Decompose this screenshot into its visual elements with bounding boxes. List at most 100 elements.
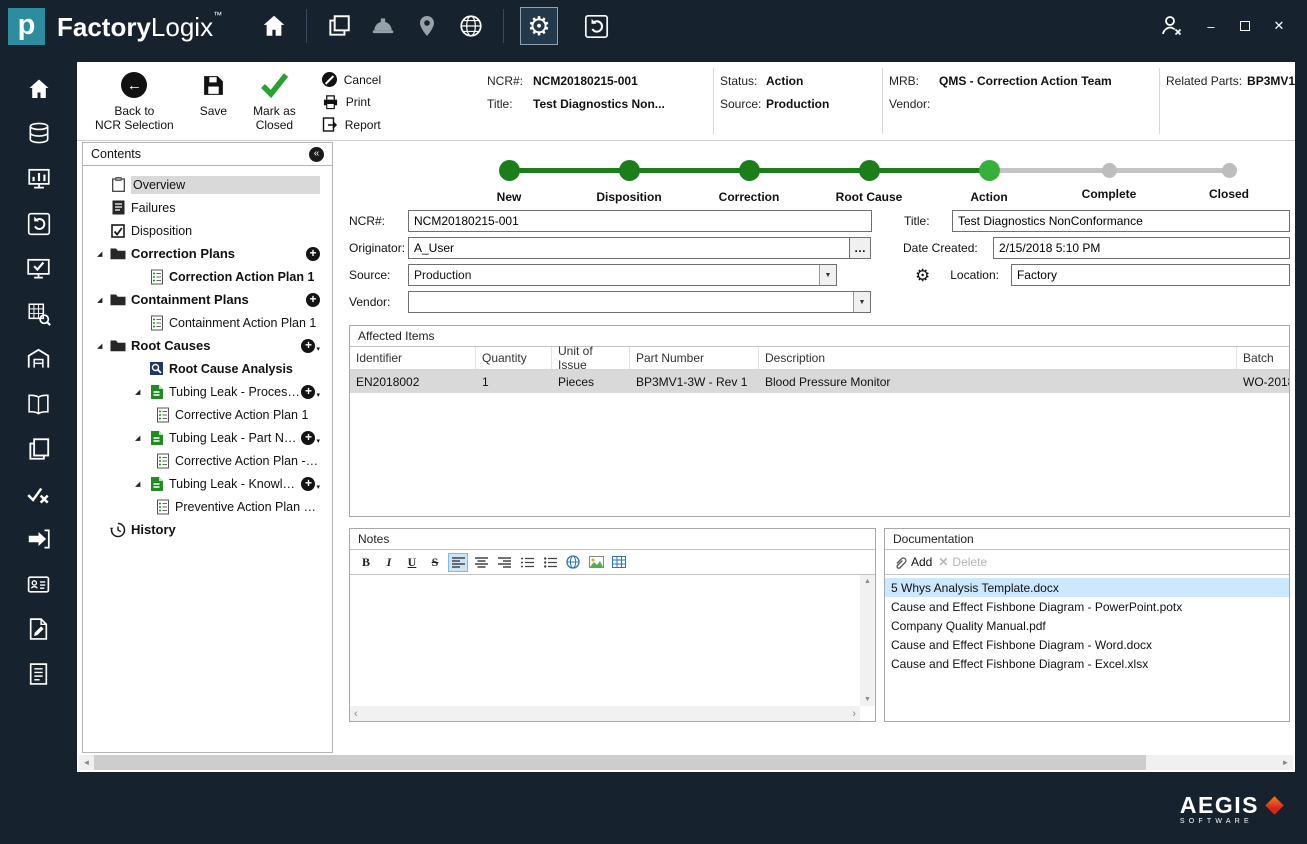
align-left-button[interactable] bbox=[448, 552, 468, 572]
add-document-button[interactable]: Add bbox=[893, 555, 932, 570]
report-button[interactable]: Report bbox=[322, 117, 381, 133]
file-item[interactable]: Cause and Effect Fishbone Diagram - Powe… bbox=[885, 597, 1289, 616]
nav-history-icon[interactable] bbox=[0, 210, 77, 238]
affected-item-row[interactable]: EN2018002 1 Pieces BP3MV1-3W - Rev 1 Blo… bbox=[350, 370, 1289, 393]
file-item[interactable]: Company Quality Manual.pdf bbox=[885, 616, 1289, 635]
nav-database-icon[interactable] bbox=[0, 120, 77, 148]
nav-document-notes-icon[interactable] bbox=[0, 660, 77, 688]
notes-horizontal-scrollbar[interactable]: ‹ › bbox=[350, 706, 860, 721]
close-button[interactable]: ✕ bbox=[1271, 18, 1287, 34]
undo-history-icon[interactable] bbox=[574, 13, 618, 40]
collapse-contents-icon[interactable]: « bbox=[309, 146, 324, 162]
tree-item-root-cause-analysis[interactable]: Root Cause Analysis bbox=[83, 357, 332, 380]
file-item[interactable]: 5 Whys Analysis Template.docx bbox=[885, 578, 1289, 597]
location-input[interactable] bbox=[1010, 264, 1290, 286]
expander-icon[interactable]: ◢ bbox=[96, 296, 109, 304]
nav-warehouse-icon[interactable] bbox=[0, 345, 77, 373]
maximize-button[interactable] bbox=[1237, 19, 1253, 34]
location-pin-icon[interactable] bbox=[405, 13, 449, 39]
italic-button[interactable]: I bbox=[379, 553, 399, 572]
tree-item-corrective-action-plan-1[interactable]: Corrective Action Plan 1 bbox=[83, 403, 332, 426]
page-horizontal-scrollbar[interactable]: ◄ ► bbox=[79, 755, 1293, 770]
tree-item-overview[interactable]: Overview bbox=[83, 173, 332, 196]
notes-vertical-scrollbar[interactable]: ▲ ▼ bbox=[860, 575, 875, 706]
tree-item-root-causes[interactable]: ◢ Root Causes + ▾ bbox=[83, 334, 332, 357]
column-header-identifier[interactable]: Identifier bbox=[350, 347, 476, 369]
expander-icon[interactable]: ◢ bbox=[134, 434, 147, 442]
align-center-button[interactable] bbox=[471, 553, 491, 572]
back-to-ncr-selection-button[interactable]: ← Back to NCR Selection bbox=[95, 70, 174, 132]
underline-button[interactable]: U bbox=[402, 553, 422, 572]
notes-editor[interactable] bbox=[350, 575, 860, 706]
bold-button[interactable]: B bbox=[356, 553, 376, 572]
nav-monitor-check-icon[interactable] bbox=[0, 255, 77, 283]
tree-item-preventive-action-plan-k[interactable]: Preventive Action Plan - K... bbox=[83, 495, 332, 518]
nav-production-chart-icon[interactable] bbox=[0, 165, 77, 193]
strikethrough-button[interactable]: S bbox=[425, 553, 445, 572]
numbered-list-button[interactable] bbox=[517, 553, 537, 572]
nav-id-card-icon[interactable] bbox=[0, 570, 77, 598]
home-icon[interactable] bbox=[252, 13, 296, 39]
originator-input[interactable] bbox=[408, 237, 850, 259]
scroll-left-icon[interactable]: ‹ bbox=[354, 708, 358, 720]
expander-icon[interactable]: ◢ bbox=[134, 388, 147, 396]
align-right-button[interactable] bbox=[494, 553, 514, 572]
combo-arrow-icon[interactable]: ▼ bbox=[853, 292, 870, 312]
insert-image-button[interactable] bbox=[586, 553, 606, 572]
nav-check-x-icon[interactable] bbox=[0, 480, 77, 508]
add-corrective-action-button[interactable]: + ▾ bbox=[301, 430, 320, 445]
scrollbar-thumb[interactable] bbox=[94, 755, 1146, 770]
column-header-part-number[interactable]: Part Number bbox=[630, 347, 759, 369]
hyperlink-globe-button[interactable] bbox=[563, 553, 583, 572]
date-created-input[interactable] bbox=[993, 237, 1290, 259]
file-item[interactable]: Cause and Effect Fishbone Diagram - Word… bbox=[885, 635, 1289, 654]
combo-arrow-icon[interactable]: ▼ bbox=[819, 265, 836, 285]
originator-browse-button[interactable]: … bbox=[850, 237, 871, 259]
source-settings-gear-icon[interactable]: ⚙ bbox=[915, 267, 930, 284]
add-root-cause-button[interactable]: + ▾ bbox=[301, 338, 320, 353]
nav-table-search-icon[interactable] bbox=[0, 300, 77, 328]
vendor-combobox[interactable]: ▼ bbox=[408, 291, 871, 313]
scroll-right-icon[interactable]: ► bbox=[1278, 758, 1293, 767]
minimize-button[interactable]: – bbox=[1203, 19, 1219, 34]
tree-item-disposition[interactable]: Disposition bbox=[83, 219, 332, 242]
tree-item-tubing-leak-process[interactable]: ◢ Tubing Leak - Process R... +▾ bbox=[83, 380, 332, 403]
nav-transfer-arrow-icon[interactable] bbox=[0, 525, 77, 553]
column-header-quantity[interactable]: Quantity bbox=[476, 347, 552, 369]
globe-icon[interactable] bbox=[449, 13, 493, 39]
tree-item-correction-plans[interactable]: ◢ Correction Plans + bbox=[83, 242, 332, 265]
add-correction-plan-button[interactable]: + bbox=[306, 246, 320, 261]
column-header-unit[interactable]: Unit of Issue bbox=[552, 344, 630, 372]
scroll-right-icon[interactable]: › bbox=[852, 708, 856, 720]
tree-item-tubing-leak-knowledge[interactable]: ◢ Tubing Leak - Knowledg... + ▾ bbox=[83, 472, 332, 495]
delete-document-button[interactable]: ✕ Delete bbox=[938, 555, 987, 569]
nav-document-edit-icon[interactable] bbox=[0, 615, 77, 643]
hardhat-icon[interactable] bbox=[361, 13, 405, 39]
tree-item-containment-plans[interactable]: ◢ Containment Plans + bbox=[83, 288, 332, 311]
scroll-down-icon[interactable]: ▼ bbox=[864, 696, 871, 703]
add-containment-plan-button[interactable]: + bbox=[306, 292, 320, 307]
title-input[interactable] bbox=[952, 210, 1290, 232]
add-corrective-action-button[interactable]: + ▾ bbox=[301, 384, 320, 399]
expander-icon[interactable]: ◢ bbox=[134, 480, 147, 488]
user-remove-icon[interactable] bbox=[1159, 14, 1185, 38]
print-button[interactable]: Print bbox=[322, 94, 381, 110]
nav-copy-pages-icon[interactable] bbox=[0, 435, 77, 463]
add-preventive-action-button[interactable]: + ▾ bbox=[301, 476, 320, 491]
tree-item-failures[interactable]: Failures bbox=[83, 196, 332, 219]
settings-gear-icon[interactable]: ⚙ bbox=[520, 7, 559, 45]
mark-as-closed-button[interactable]: Mark as Closed bbox=[253, 70, 296, 132]
tree-item-tubing-leak-part[interactable]: ◢ Tubing Leak - Part Num... + ▾ bbox=[83, 426, 332, 449]
save-button[interactable]: Save bbox=[200, 70, 227, 118]
nav-home-icon[interactable] bbox=[0, 75, 77, 103]
tree-item-correction-action-plan-1[interactable]: Correction Action Plan 1 bbox=[83, 265, 332, 288]
scroll-up-icon[interactable]: ▲ bbox=[864, 578, 871, 585]
ncr-number-input[interactable] bbox=[408, 210, 872, 232]
expander-icon[interactable]: ◢ bbox=[96, 250, 109, 258]
source-combobox[interactable]: Production ▼ bbox=[408, 264, 837, 286]
tree-item-history[interactable]: History bbox=[83, 518, 332, 541]
expander-icon[interactable]: ◢ bbox=[96, 342, 109, 350]
nav-book-icon[interactable] bbox=[0, 390, 77, 418]
bullet-list-button[interactable] bbox=[540, 553, 560, 572]
scroll-left-icon[interactable]: ◄ bbox=[79, 758, 94, 767]
